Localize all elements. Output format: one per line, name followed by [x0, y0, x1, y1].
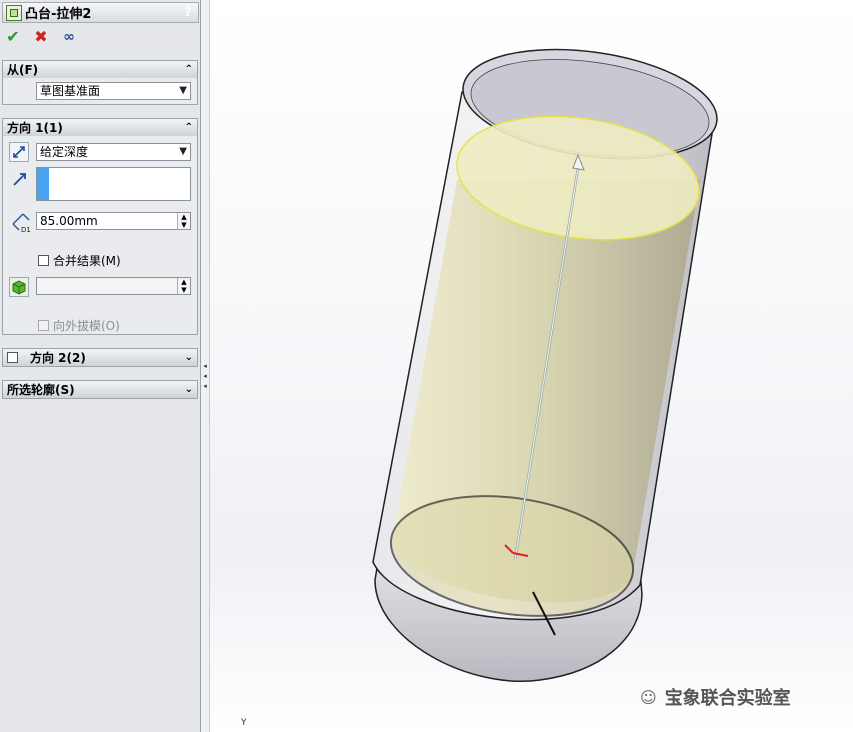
panel-splitter[interactable]: ◂ ◂ ◂	[201, 0, 210, 732]
action-bar: ✔ ✖ ∞	[4, 28, 78, 46]
draft-angle-input[interactable]: ▲ ▼	[36, 277, 191, 295]
reverse-direction-icon[interactable]	[9, 142, 29, 162]
selection-highlight	[37, 168, 49, 200]
merge-result-checkbox[interactable]: 合并结果(M)	[38, 252, 121, 269]
expand-down-icon: ⌄	[184, 384, 193, 395]
draft-checkbox-box[interactable]	[38, 320, 49, 331]
spin-arrows-icon[interactable]: ▲ ▼	[177, 213, 190, 229]
watermark-text: 宝象联合实验室	[664, 688, 791, 709]
spin-arrows-icon[interactable]: ▲ ▼	[177, 278, 190, 294]
splitter-grip-icon: ◂	[203, 372, 207, 380]
merge-checkbox-box[interactable]	[38, 255, 49, 266]
from-group-body: 草图基准面 ▼	[2, 78, 198, 105]
end-condition-select[interactable]: 给定深度 ▼	[36, 143, 191, 161]
x-icon[interactable]: ✖	[32, 28, 50, 46]
depth-input[interactable]: 85.00mm ▲ ▼	[36, 212, 191, 230]
direction-vector-icon	[11, 170, 29, 188]
property-manager: 凸台-拉伸2 ? ✔ ✖ ∞ 从(F) ⌃ 草图基准面 ▼ 方向 1(1) ⌃ …	[0, 0, 201, 732]
svg-text:D1: D1	[21, 226, 31, 234]
direction1-label: 方向 1(1)	[7, 121, 63, 135]
wechat-icon: ☺	[640, 687, 657, 707]
depth-dimension-icon: D1	[9, 210, 33, 234]
from-group-label: 从(F)	[7, 63, 39, 77]
end-condition-value: 给定深度	[40, 145, 89, 159]
chevron-down-icon: ▼	[179, 146, 187, 157]
collapse-up-icon: ⌃	[184, 122, 193, 133]
direction1-header[interactable]: 方向 1(1) ⌃	[2, 118, 198, 137]
feature-title-bar: 凸台-拉伸2 ?	[2, 2, 199, 23]
draft-icon[interactable]	[9, 277, 29, 297]
direction2-checkbox[interactable]	[7, 352, 18, 363]
selected-contours-label: 所选轮廓(S)	[7, 383, 75, 397]
start-condition-select[interactable]: 草图基准面 ▼	[36, 82, 191, 100]
glasses-icon[interactable]: ∞	[60, 28, 78, 46]
collapse-up-icon: ⌃	[184, 64, 193, 75]
splitter-grip-icon: ◂	[203, 382, 207, 390]
help-button[interactable]: ?	[180, 4, 196, 20]
splitter-grip-icon: ◂	[203, 362, 207, 370]
triad-label: Y	[241, 718, 247, 728]
direction2-header[interactable]: 方向 2(2) ⌄	[2, 348, 198, 367]
expand-down-icon: ⌄	[184, 352, 193, 363]
chevron-down-icon: ▼	[179, 85, 187, 96]
direction-selection-box[interactable]	[36, 167, 191, 201]
draft-outward-label: 向外拔模(O)	[53, 319, 120, 333]
graphics-viewport[interactable]: Y	[210, 0, 853, 732]
direction2-label: 方向 2(2)	[30, 351, 86, 365]
watermark: ☺ 宝象联合实验室	[640, 684, 791, 710]
direction1-body: 给定深度 ▼ D1 85.00mm ▲ ▼ 合并结果(M) ▲ ▼ 向外拔模(O…	[2, 136, 198, 335]
model-view	[372, 48, 718, 682]
depth-value: 85.00mm	[40, 214, 98, 228]
checkmark-icon[interactable]: ✔	[4, 28, 22, 46]
merge-result-label: 合并结果(M)	[53, 254, 121, 268]
from-group-header[interactable]: 从(F) ⌃	[2, 60, 198, 79]
feature-title: 凸台-拉伸2	[25, 7, 92, 22]
selected-contours-header[interactable]: 所选轮廓(S) ⌄	[2, 380, 198, 399]
start-condition-value: 草图基准面	[40, 84, 101, 98]
boss-extrude-icon	[6, 4, 22, 21]
draft-outward-checkbox[interactable]: 向外拔模(O)	[38, 317, 120, 334]
